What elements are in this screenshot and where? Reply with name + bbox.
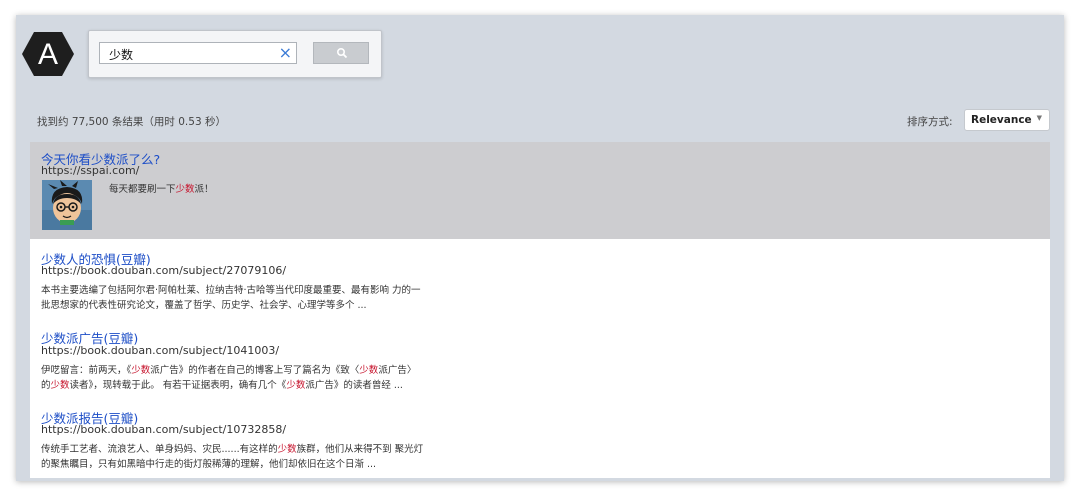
chevron-down-icon: ▼	[1036, 114, 1042, 122]
search-bar: 少数 ×	[88, 30, 382, 78]
sort-select[interactable]: Relevance ▼	[964, 109, 1050, 131]
snippet-line: 的聚焦瞩目，只有如黑暗中行走的街灯般稀薄的理解，他们却依旧在这个日渐 ...	[41, 459, 377, 470]
result-item: 少数人的恐惧(豆瓣) https://book.douban.com/subje…	[30, 239, 1050, 319]
search-button[interactable]	[313, 42, 369, 64]
highlight-term: 少数	[175, 184, 195, 195]
result-url[interactable]: https://sspai.com/	[41, 164, 139, 177]
highlight-term: 少数	[286, 380, 306, 391]
snippet-line: 传统手工艺者、流浪艺人、单身妈妈、灾民......有这样的少数族群，他们从来得不…	[41, 444, 424, 455]
highlight-term: 少数	[359, 365, 379, 376]
search-input[interactable]: 少数 ×	[99, 42, 297, 64]
results-list: 今天你看少数派了么? https://sspai.com/ 每天都要刷一下少数派…	[30, 142, 1050, 478]
logo-letter: A	[38, 38, 58, 71]
results-count: 找到约 77,500 条结果（用时 0.53 秒）	[37, 116, 226, 128]
sort-value: Relevance	[971, 114, 1032, 126]
snippet-line: 伊呓留言：前两天，《少数派广告》的作者在自己的博客上写了篇名为《致〈少数派广告〉	[41, 365, 417, 376]
result-thumbnail[interactable]	[42, 180, 92, 230]
search-app-window: A 少数 × 找到约 77,500 条结果（用时 0.53 秒） 排序方式: R…	[16, 15, 1064, 481]
app-logo[interactable]: A	[21, 31, 75, 77]
result-item: 少数派广告(豆瓣) https://book.douban.com/subjec…	[30, 319, 1050, 399]
result-item: 少数派报告(豆瓣) https://book.douban.com/subjec…	[30, 399, 1050, 478]
snippet-line: 本书主要选编了包括阿尔君·阿帕杜莱、拉纳吉特·古哈等当代印度最重要、最有影响 力…	[41, 285, 421, 296]
search-query: 少数	[109, 48, 134, 62]
search-icon	[336, 47, 348, 59]
snippet-line: 批思想家的代表性研究论文，覆盖了哲学、历史学、社会学、心理学等多个 ...	[41, 300, 367, 311]
highlight-term: 少数	[131, 365, 151, 376]
result-snippet: 每天都要刷一下少数派！	[109, 184, 214, 195]
sort-label: 排序方式:	[907, 116, 953, 128]
result-url[interactable]: https://book.douban.com/subject/1041003/	[41, 344, 279, 357]
highlight-term: 少数	[50, 380, 70, 391]
result-url[interactable]: https://book.douban.com/subject/27079106…	[41, 264, 286, 277]
snippet-line: 的少数读者》，现转载于此。 有若干证据表明，确有几个《少数派广告》的读者曾经 .…	[41, 380, 403, 391]
clear-icon[interactable]: ×	[279, 44, 292, 62]
highlight-term: 少数	[277, 444, 297, 455]
result-url[interactable]: https://book.douban.com/subject/10732858…	[41, 423, 286, 436]
result-item-featured: 今天你看少数派了么? https://sspai.com/ 每天都要刷一下少数派…	[30, 142, 1050, 239]
